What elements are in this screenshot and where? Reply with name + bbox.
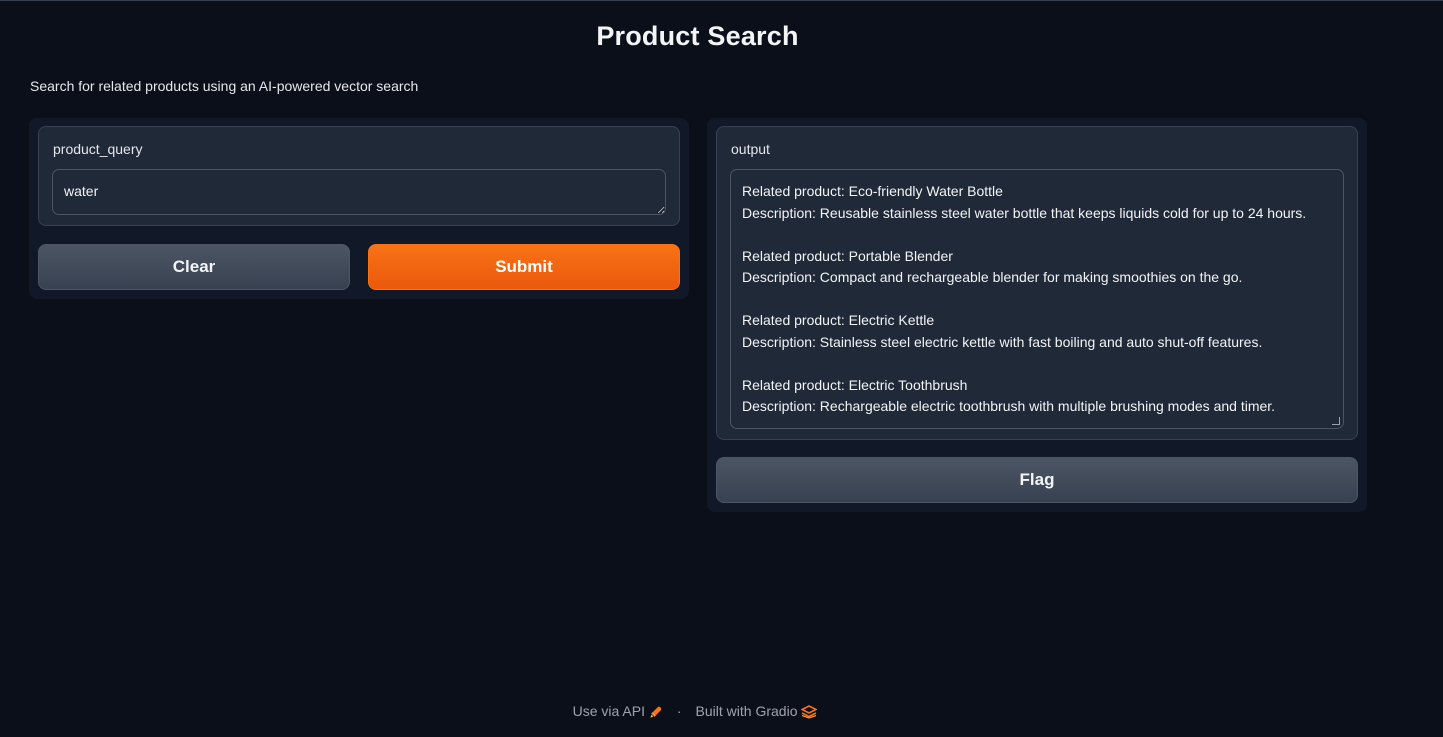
output-label: output [731,141,770,157]
output-textbox[interactable]: Related product: Eco-friendly Water Bott… [730,169,1344,429]
result-item: Related product: Electric Toothbrush Des… [742,375,1332,418]
clear-button[interactable]: Clear [38,244,350,290]
product-query-label: product_query [53,141,143,157]
result-description: Description: Compact and rechargeable bl… [742,269,1243,285]
result-product: Related product: Portable Blender [742,247,953,264]
result-description: Description: Stainless steel electric ke… [742,333,1263,350]
input-panel: product_query Clear Submit [29,118,689,299]
resize-handle-icon[interactable] [1332,417,1340,425]
result-product: Related product: Electric Kettle [742,312,935,328]
gradio-logo-icon [800,703,819,719]
result-item: Related product: Portable Blender Descri… [742,246,1332,289]
output-block: output Related product: Eco-friendly Wat… [716,126,1358,440]
footer: Use via API · Built with Gradio [0,703,1390,719]
result-description: Description: Reusable stainless steel wa… [742,204,1307,221]
flag-button[interactable]: Flag [716,457,1358,503]
result-item: Related product: Electric Kettle Descrip… [742,310,1332,353]
rocket-icon [649,703,663,719]
result-product: Related product: Eco-friendly Water Bott… [742,183,1003,199]
footer-separator: · [676,703,682,720]
output-panel: output Related product: Eco-friendly Wat… [707,118,1367,512]
product-query-input[interactable] [52,169,666,215]
product-query-block: product_query [38,126,680,226]
built-with-gradio-link[interactable]: Built with Gradio [695,703,819,719]
use-via-api-label: Use via API [572,703,645,719]
built-with-gradio-label: Built with Gradio [695,703,798,719]
result-product: Related product: Electric Toothbrush [742,376,968,393]
page-title: Product Search [596,21,799,51]
result-description: Description: Rechargeable electric tooth… [742,398,1276,414]
use-via-api-link[interactable]: Use via API [573,703,663,719]
app-page: Product Search Search for related produc… [0,0,1443,737]
result-item: Related product: Eco-friendly Water Bott… [742,181,1332,224]
page-description: Search for related products using an AI-… [30,78,419,94]
submit-button[interactable]: Submit [368,244,680,290]
